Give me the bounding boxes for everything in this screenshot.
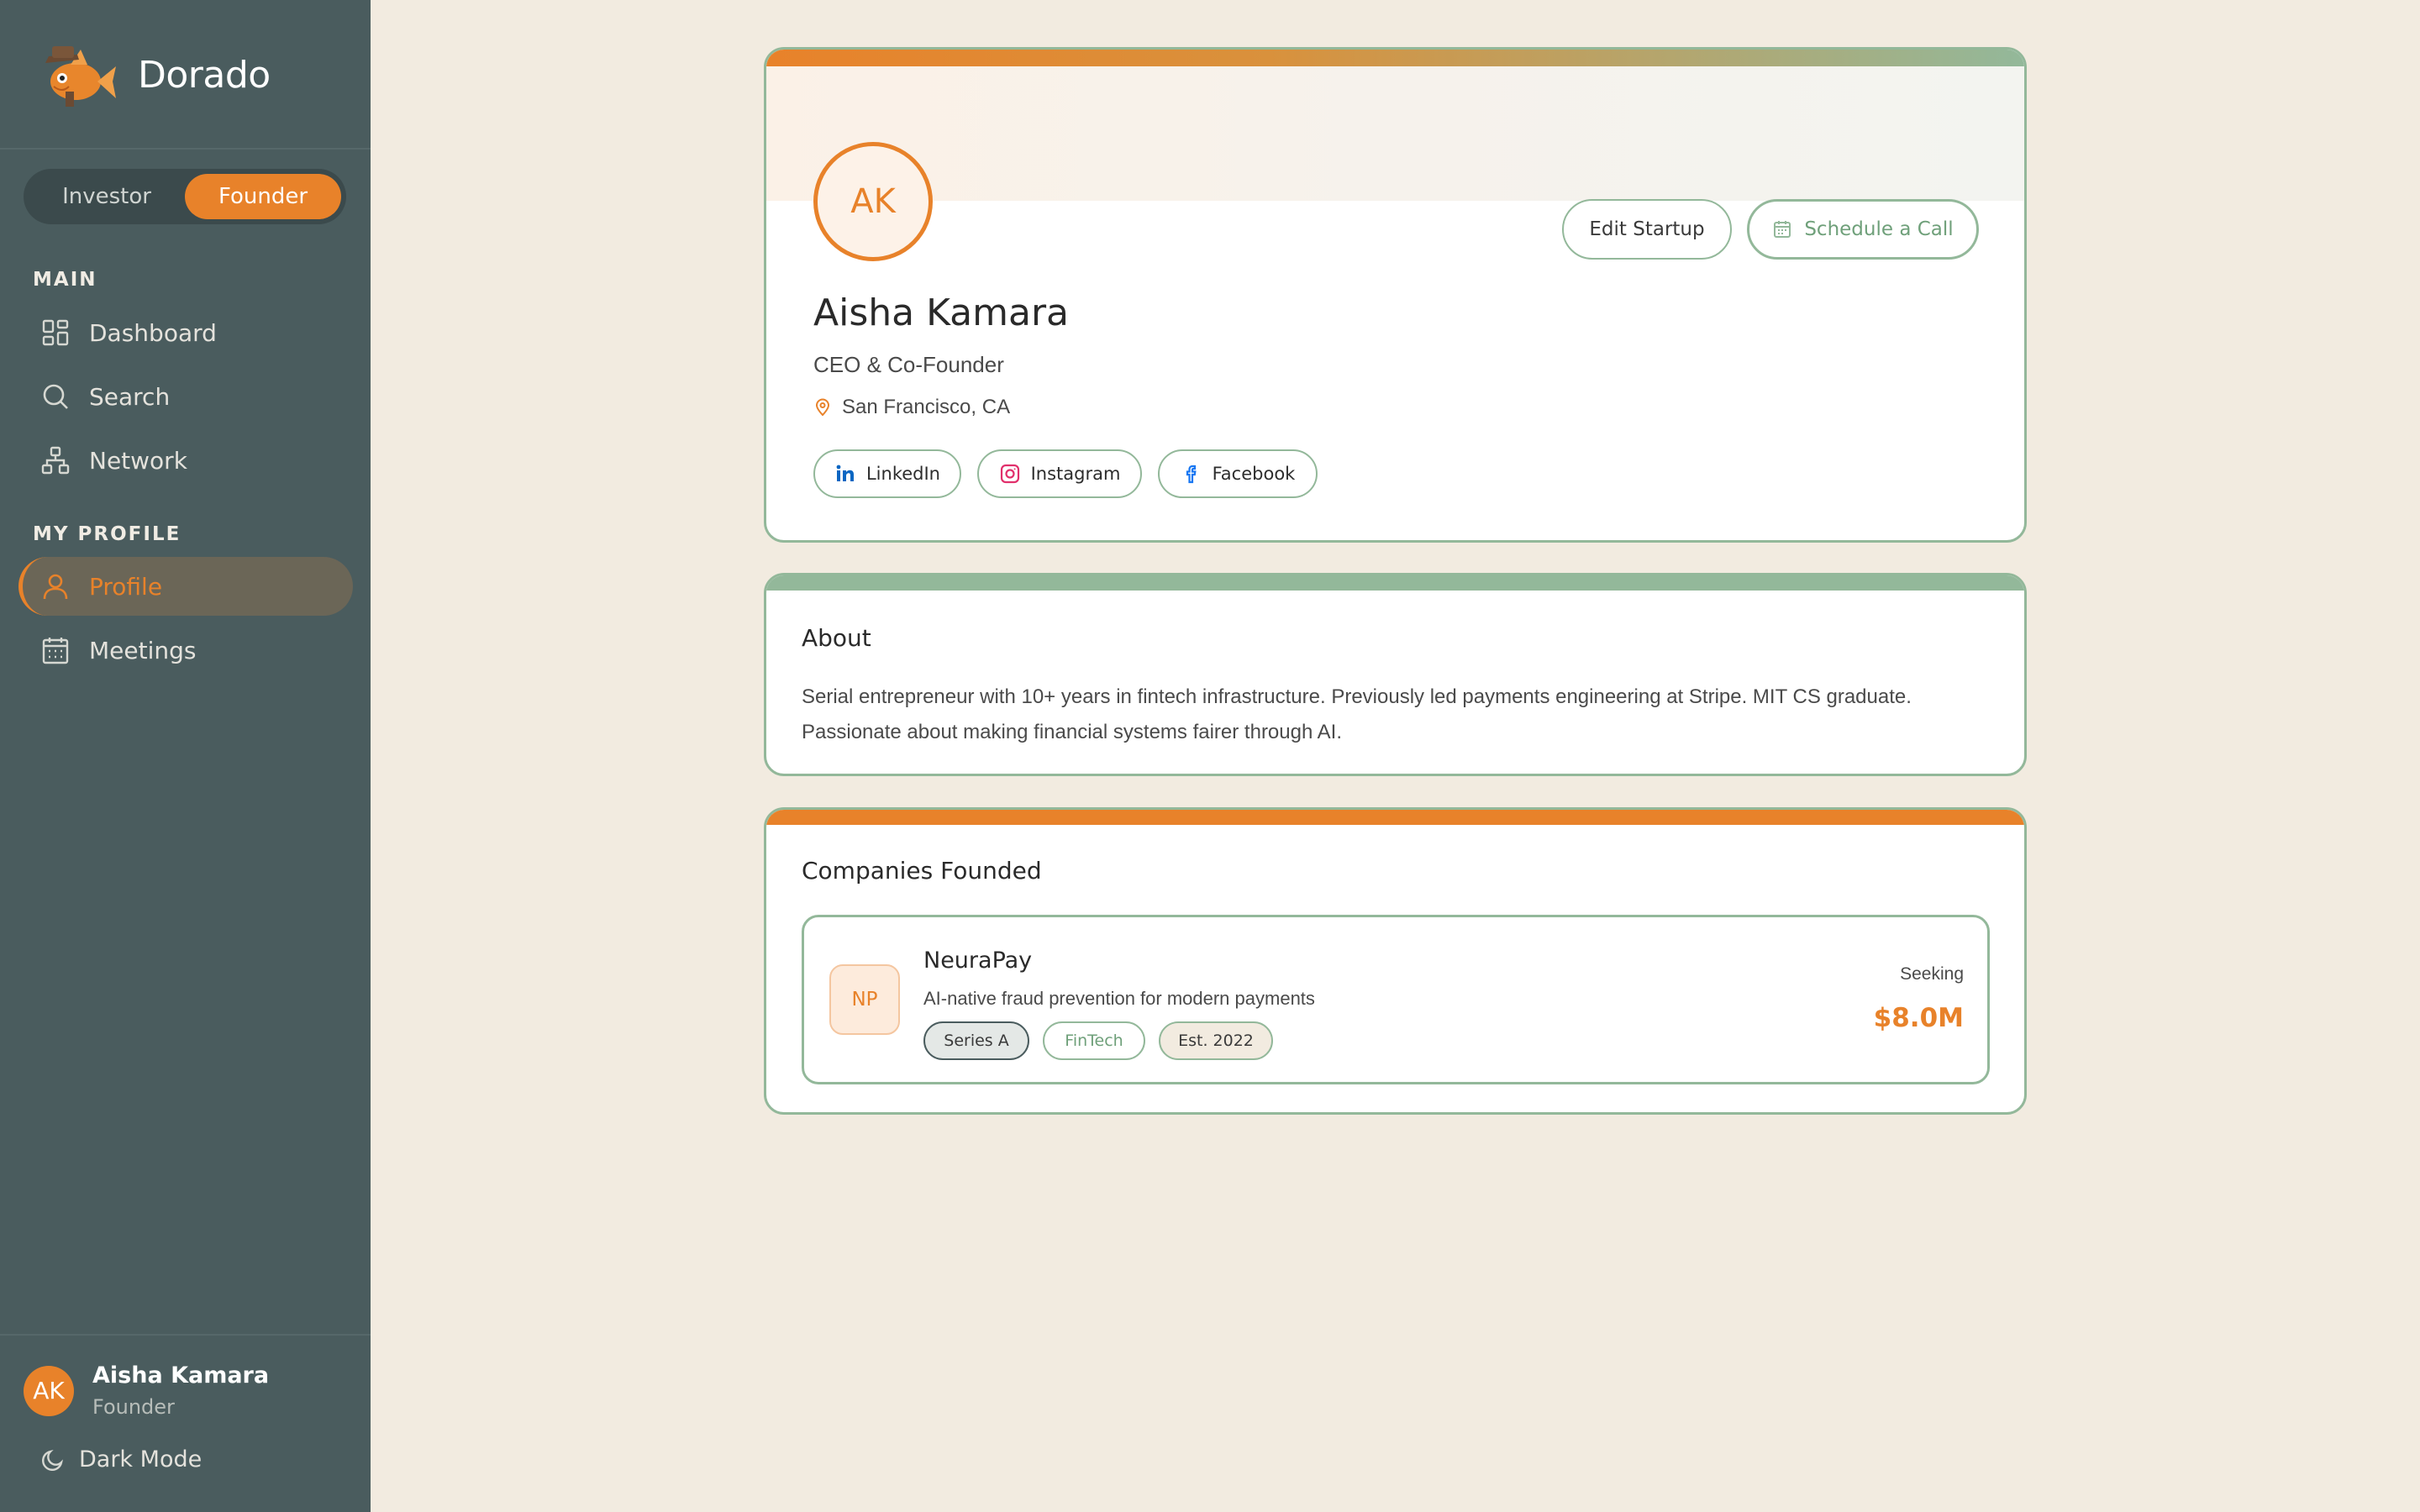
role-investor-option[interactable]: Investor	[29, 174, 185, 219]
card-accent-bar	[766, 810, 2024, 825]
companies-heading: Companies Founded	[802, 857, 1042, 885]
edit-startup-button[interactable]: Edit Startup	[1562, 199, 1732, 260]
about-card: About Serial entrepreneur with 10+ years…	[764, 573, 2027, 776]
location-text: San Francisco, CA	[842, 396, 1011, 418]
company-description: AI-native fraud prevention for modern pa…	[923, 988, 1315, 1009]
profile-location: San Francisco, CA	[813, 396, 1010, 419]
established-tag: Est. 2022	[1159, 1021, 1273, 1060]
company-item[interactable]: NP NeuraPay AI-native fraud prevention f…	[802, 915, 1990, 1084]
calendar-icon	[40, 635, 71, 665]
edit-startup-label: Edit Startup	[1589, 218, 1705, 240]
schedule-call-button[interactable]: Schedule a Call	[1747, 199, 1979, 260]
calendar-icon	[1774, 221, 1791, 238]
seeking-amount: $8.0M	[1873, 1003, 1964, 1033]
sidebar-divider	[0, 1334, 371, 1336]
section-label-main: MAIN	[33, 269, 97, 291]
user-role: Founder	[92, 1395, 175, 1419]
user-card[interactable]: AK Aisha Kamara Founder	[24, 1362, 269, 1419]
location-pin-icon	[815, 398, 830, 417]
instagram-icon	[1000, 464, 1019, 484]
sidebar-item-label: Dashboard	[89, 318, 217, 347]
sidebar-divider	[0, 148, 371, 150]
company-logo: NP	[829, 964, 900, 1035]
moon-icon	[42, 1449, 63, 1471]
search-icon	[40, 381, 71, 412]
card-accent-bar	[766, 575, 2024, 591]
profile-card: AK Edit Startup Schedule a Call Aisha Ka…	[764, 47, 2027, 543]
facebook-label: Facebook	[1212, 464, 1296, 484]
linkedin-link[interactable]: LinkedIn	[813, 449, 961, 498]
sidebar-item-network[interactable]: Network	[18, 431, 353, 490]
sidebar: Dorado Investor Founder MAIN Dashboard S…	[0, 0, 371, 1512]
app-name: Dorado	[138, 53, 271, 97]
dashboard-icon	[40, 318, 71, 348]
goldfish-detective-logo	[45, 46, 116, 107]
profile-name: Aisha Kamara	[813, 291, 1070, 334]
user-icon	[40, 571, 71, 601]
about-heading: About	[802, 624, 871, 652]
network-icon	[40, 445, 71, 475]
linkedin-label: LinkedIn	[865, 464, 940, 484]
facebook-icon	[1186, 465, 1197, 484]
avatar: AK	[24, 1365, 74, 1416]
facebook-link[interactable]: Facebook	[1158, 449, 1318, 498]
company-name: NeuraPay	[923, 948, 1033, 974]
about-text: Serial entrepreneur with 10+ years in fi…	[802, 685, 1912, 743]
profile-title: CEO & Co-Founder	[813, 352, 1004, 377]
sidebar-item-label: Search	[89, 382, 171, 411]
seeking-label: Seeking	[1900, 964, 1964, 984]
instagram-link[interactable]: Instagram	[977, 449, 1142, 498]
user-name: Aisha Kamara	[92, 1362, 270, 1389]
schedule-call-label: Schedule a Call	[1804, 218, 1954, 240]
profile-avatar: AK	[813, 142, 933, 261]
sidebar-item-profile[interactable]: Profile	[18, 557, 353, 616]
instagram-label: Instagram	[1030, 464, 1121, 484]
role-toggle[interactable]: Investor Founder	[24, 169, 346, 224]
sidebar-item-dashboard[interactable]: Dashboard	[18, 303, 353, 362]
profile-hero	[766, 66, 2024, 201]
card-accent-bar	[766, 50, 2024, 66]
dark-mode-toggle[interactable]: Dark Mode	[40, 1446, 202, 1473]
sector-tag: FinTech	[1043, 1021, 1145, 1060]
sidebar-item-label: Profile	[89, 572, 163, 601]
dark-mode-label: Dark Mode	[79, 1446, 203, 1473]
role-founder-option[interactable]: Founder	[185, 174, 341, 219]
linkedin-icon	[836, 465, 854, 481]
sidebar-item-label: Meetings	[89, 636, 197, 664]
brand[interactable]: Dorado	[37, 37, 271, 113]
section-label-my-profile: MY PROFILE	[33, 523, 182, 545]
sidebar-item-label: Network	[89, 446, 187, 475]
sidebar-item-search[interactable]: Search	[18, 367, 353, 426]
companies-card: Companies Founded NP NeuraPay AI-native …	[764, 807, 2027, 1115]
sidebar-item-meetings[interactable]: Meetings	[18, 621, 353, 680]
stage-tag: Series A	[923, 1021, 1029, 1060]
